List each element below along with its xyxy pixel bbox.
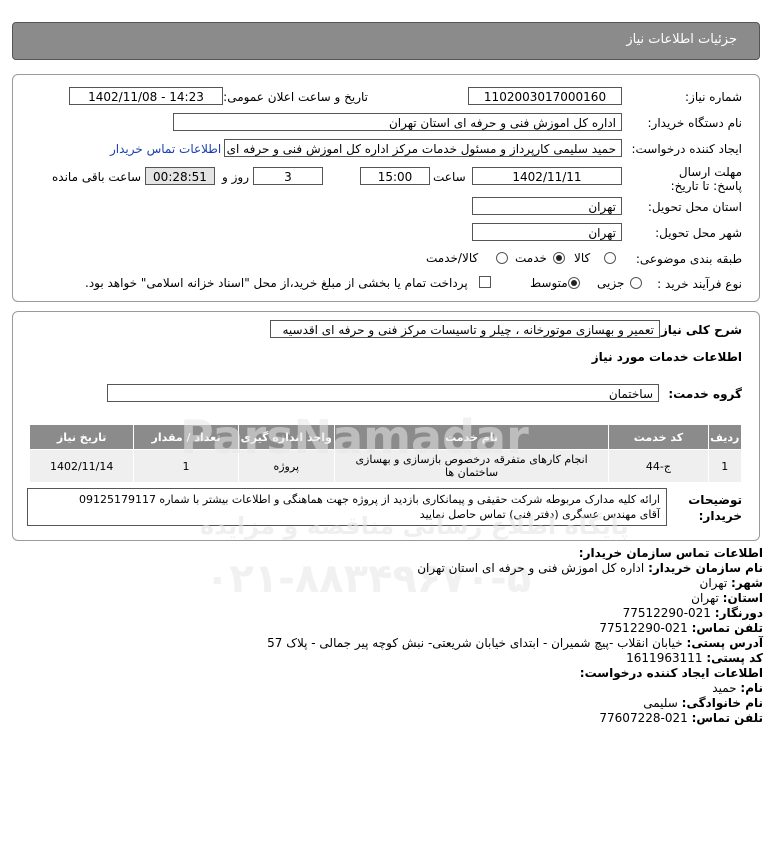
deadline-date-field[interactable]: 1402/11/11 (472, 167, 622, 185)
days-label: روز و (222, 170, 249, 184)
page-header: جزئیات اطلاعات نیاز (12, 22, 760, 60)
contact-postal: کد پستی: 1611963111 (626, 651, 763, 665)
province-label: استان محل تحویل: (647, 200, 742, 214)
need-number-field[interactable]: 1102003017000160 (468, 87, 622, 105)
deadline-label: مهلت ارسال پاسخ: تا تاریخ: (670, 165, 742, 193)
watermark-brand: ParsNamadar (180, 410, 529, 464)
contact-title: اطلاعات تماس سازمان خریدار: (578, 546, 763, 560)
remaining-time-field: 00:28:51 (145, 167, 215, 185)
process-label: نوع فرآیند خرید : (657, 277, 742, 291)
buyer-org-label: نام دستگاه خریدار: (647, 116, 743, 130)
city-field[interactable]: تهران (472, 223, 622, 241)
cell-date: 1402/11/14 (28, 449, 135, 483)
description-field[interactable]: تعمیر و بهسازی موتورخانه ، چیلر و تاسیسا… (270, 320, 660, 338)
remaining-time-label: ساعت باقی مانده (52, 170, 142, 184)
treasury-checkbox[interactable] (479, 276, 491, 288)
contact-section: اطلاعات تماس سازمان خریدار: نام سازمان خ… (267, 546, 763, 726)
category-radio-goods[interactable] (604, 252, 616, 264)
contact-province: استان: تهران (691, 591, 763, 605)
announce-date-field[interactable]: 1402/11/08 - 14:23 (69, 87, 223, 105)
announce-date-label: تاریخ و ساعت اعلان عمومی: (223, 90, 368, 104)
province-field[interactable]: تهران (472, 197, 622, 215)
need-number-label: شماره نیاز: (685, 90, 742, 104)
description-label: شرح کلی نیاز: (656, 323, 742, 337)
process-radio-minor[interactable] (630, 277, 642, 289)
requester-label: ایجاد کننده درخواست: (631, 142, 742, 156)
contact-phone: تلفن تماس: 021-77512290 (599, 621, 763, 635)
need-details-panel (12, 74, 760, 302)
process-option-minor: جزیی (597, 276, 625, 290)
contact-address: آدرس پستی: خیابان انقلاب -پیچ شمیران - ا… (267, 636, 763, 650)
buyer-org-field[interactable]: اداره کل اموزش فنی و حرفه ای استان تهران (173, 113, 622, 131)
buyer-contact-link[interactable]: اطلاعات تماس خریدار (110, 142, 221, 156)
buyer-notes-label: توضیحات خریدار: (688, 493, 742, 523)
creator-family: نام خانوادگی: سلیمی (643, 696, 763, 710)
contact-city: شهر: تهران (699, 576, 763, 590)
contact-fax: دورنگار: 021-77512290 (622, 606, 763, 620)
category-option-goods-service: کالا/خدمت (426, 251, 479, 265)
col-row: ردیف (707, 424, 743, 450)
city-label: شهر محل تحویل: (655, 226, 742, 240)
cell-row: 1 (707, 449, 743, 483)
page-title: جزئیات اطلاعات نیاز (626, 32, 737, 47)
category-option-goods: کالا (574, 251, 591, 265)
creator-phone: تلفن تماس: 021-77607228 (599, 711, 763, 725)
services-section-title: اطلاعات خدمات مورد نیاز (591, 350, 742, 364)
deadline-time-field[interactable]: 15:00 (360, 167, 430, 185)
category-radio-goods-service[interactable] (496, 252, 508, 264)
buyer-notes-line-1: ارائه کلیه مدارک مربوطه شرکت حقیقی و پیم… (78, 493, 660, 506)
col-code: کد خدمت (608, 424, 709, 450)
watermark-site: پایگاه اطلاع رسانی مناقصه و مزایده (200, 512, 629, 540)
requester-field[interactable]: حمید سلیمی کارپرداز و مسئول خدمات مرکز ا… (224, 139, 622, 157)
category-option-service: خدمت (515, 251, 547, 265)
category-label: طبقه بندی موضوعی: (635, 252, 742, 266)
service-group-field[interactable]: ساختمان (107, 384, 659, 402)
deadline-time-label: ساعت (433, 170, 466, 184)
creator-title: اطلاعات ایجاد کننده درخواست: (579, 666, 763, 680)
treasury-text: پرداخت تمام یا بخشی از مبلغ خرید،از محل … (85, 276, 468, 290)
service-group-label: گروه خدمت: (668, 387, 742, 401)
cell-code: ج-44 (608, 449, 709, 483)
contact-org: نام سازمان خریدار: اداره کل اموزش فنی و … (417, 561, 763, 575)
col-date: تاریخ نیاز (28, 424, 135, 450)
days-remaining-field[interactable]: 3 (253, 167, 323, 185)
category-radio-service[interactable] (553, 252, 565, 264)
process-option-medium: متوسط (530, 276, 568, 290)
process-radio-medium[interactable] (568, 277, 580, 289)
creator-name: نام: حمید (712, 681, 763, 695)
